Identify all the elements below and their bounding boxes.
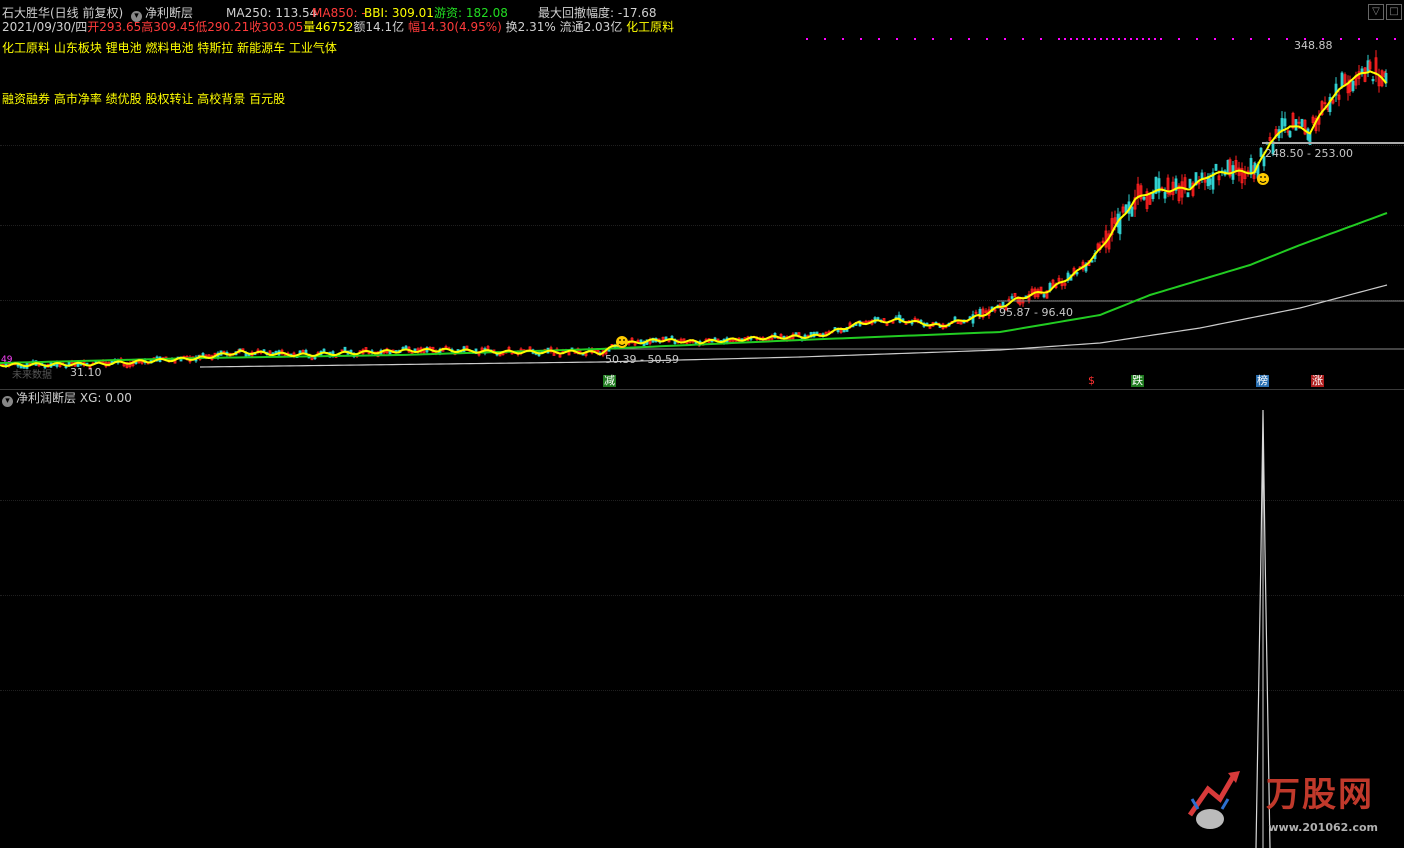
smiley-icon	[616, 336, 628, 348]
gap-label-mid: 95.87 - 96.40	[999, 306, 1073, 319]
top-marker	[1358, 38, 1360, 40]
top-marker	[1142, 38, 1144, 40]
top-marker	[1130, 38, 1132, 40]
top-marker	[860, 38, 862, 40]
signal-bang[interactable]: 榜	[1256, 375, 1269, 387]
left-number: 49	[1, 355, 13, 365]
top-marker	[1118, 38, 1120, 40]
top-marker	[878, 38, 880, 40]
signal-jian[interactable]: 减	[603, 375, 616, 387]
top-marker	[986, 38, 988, 40]
candle-body	[1208, 178, 1212, 185]
top-marker	[1250, 38, 1252, 40]
top-marker	[1064, 38, 1066, 40]
candle-body	[1130, 206, 1134, 217]
top-marker	[1376, 38, 1378, 40]
top-marker	[932, 38, 934, 40]
candle-body	[1288, 131, 1292, 138]
watermark-logo: 万股网 www.201062.com	[1182, 769, 1382, 838]
watermark-brand: 万股网	[1266, 775, 1374, 815]
signal-zhang[interactable]: 涨	[1311, 375, 1324, 387]
top-marker	[1160, 38, 1162, 40]
top-marker	[1214, 38, 1216, 40]
top-marker	[1070, 38, 1072, 40]
top-marker	[914, 38, 916, 40]
gap-label-top: 248.50 - 253.00	[1265, 147, 1353, 160]
top-marker	[806, 38, 808, 40]
signal-die[interactable]: 跌	[1131, 375, 1144, 387]
candle-body	[1294, 119, 1298, 131]
candle-body	[1259, 147, 1263, 157]
top-marker	[1076, 38, 1078, 40]
candle-body	[1142, 196, 1146, 200]
top-marker	[1154, 38, 1156, 40]
candle-body	[1163, 192, 1167, 199]
ma-short-line	[0, 70, 1387, 368]
smiley-icon	[1257, 173, 1269, 185]
top-marker	[1394, 38, 1396, 40]
candlesticks	[1, 50, 1388, 370]
candle-body	[1075, 271, 1079, 275]
watermark-url: www.201062.com	[1268, 821, 1378, 834]
candle-body	[1283, 118, 1287, 127]
top-marker	[1106, 38, 1108, 40]
faded-label: 未来数据	[12, 370, 52, 381]
top-marker	[1268, 38, 1270, 40]
candle-body	[1010, 296, 1014, 299]
top-marker	[842, 38, 844, 40]
candle-body	[670, 335, 674, 339]
gap-label-low: 50.39 - 50.59	[605, 353, 679, 366]
candle-body	[298, 350, 302, 354]
candle-body	[1351, 80, 1355, 92]
top-marker	[1148, 38, 1150, 40]
top-marker	[1094, 38, 1096, 40]
top-marker	[1112, 38, 1114, 40]
candle-body	[1300, 118, 1304, 127]
candle-body	[1188, 178, 1192, 189]
top-marker	[1232, 38, 1234, 40]
candle-body	[1340, 72, 1344, 88]
candle-body	[1371, 79, 1375, 82]
candle-body	[1214, 163, 1218, 171]
top-marker	[1340, 38, 1342, 40]
price-chart[interactable]	[0, 0, 1404, 390]
top-marker	[950, 38, 952, 40]
top-marker	[1100, 38, 1102, 40]
top-marker	[824, 38, 826, 40]
low-price-label: 31.10	[70, 366, 102, 379]
signal-s[interactable]: $	[1087, 375, 1096, 387]
top-marker	[896, 38, 898, 40]
top-marker	[1022, 38, 1024, 40]
top-marker	[1178, 38, 1180, 40]
top-marker	[1058, 38, 1060, 40]
top-marker	[968, 38, 970, 40]
panel-separator	[0, 389, 1404, 390]
top-marker	[1088, 38, 1090, 40]
top-marker	[1124, 38, 1126, 40]
top-marker	[1004, 38, 1006, 40]
candle-body	[1186, 192, 1190, 198]
high-price-label: 348.88	[1294, 39, 1333, 52]
candle-body	[815, 331, 819, 335]
candle-body	[1280, 118, 1284, 132]
top-marker	[1286, 38, 1288, 40]
candle-body	[1249, 158, 1253, 175]
top-marker	[1196, 38, 1198, 40]
top-marker	[1082, 38, 1084, 40]
top-marker	[1136, 38, 1138, 40]
candle-body	[1042, 294, 1046, 298]
top-marker	[1040, 38, 1042, 40]
